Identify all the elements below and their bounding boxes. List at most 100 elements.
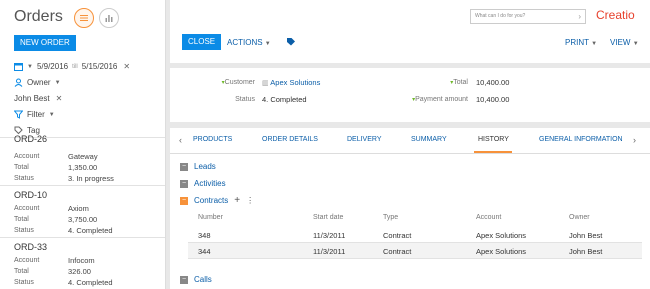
print-menu[interactable]: PRINT ▼	[565, 38, 597, 47]
contract-number[interactable]: 348	[198, 231, 211, 240]
detail-tabs-area: ‹ PRODUCTS ORDER DETAILS DELIVERY SUMMAR…	[170, 128, 650, 289]
table-row[interactable]: 348 11/3/2011 Contract Apex Solutions Jo…	[188, 227, 642, 243]
clear-date-icon[interactable]: ✕	[123, 62, 130, 71]
actions-label: ACTIONS	[227, 38, 263, 47]
total-value[interactable]: 10,400.00	[476, 78, 509, 87]
contract-number[interactable]: 344	[198, 247, 211, 256]
total-label: ▾Total	[450, 79, 468, 86]
chevron-down-icon: ▼	[264, 41, 271, 47]
chevron-down-icon: ▼	[591, 41, 598, 47]
print-label: PRINT	[565, 38, 589, 47]
more-icon[interactable]: ⋮	[246, 196, 254, 205]
tab-products[interactable]: PRODUCTS	[193, 136, 232, 143]
contract-owner[interactable]: John Best	[569, 247, 602, 256]
tab-divider	[170, 153, 650, 154]
date-from: 5/9/2016	[36, 62, 69, 71]
chevron-down-icon: ▼	[27, 63, 33, 70]
chevron-down-icon: ▼	[54, 79, 61, 86]
customer-value[interactable]: Apex Solutions	[270, 78, 320, 87]
add-icon[interactable]: +	[234, 195, 240, 206]
owner-value: John Best	[14, 94, 50, 103]
clear-owner-icon[interactable]: ✕	[56, 94, 63, 103]
new-order-button[interactable]: NEW ORDER	[14, 35, 76, 51]
tab-order-details[interactable]: ORDER DETAILS	[262, 136, 318, 143]
tab-delivery[interactable]: DELIVERY	[347, 136, 382, 143]
row-label: Status	[14, 279, 34, 286]
list-view-button[interactable]	[74, 8, 94, 28]
record-account: Gateway	[68, 152, 98, 161]
filter-menu[interactable]: Filter ▼	[14, 110, 55, 119]
table-row[interactable]: 344 11/3/2011 Contract Apex Solutions Jo…	[188, 243, 642, 259]
date-filter[interactable]: ▼ 5/9/2016 till 5/15/2016 ✕	[14, 62, 130, 71]
record-account: Axiom	[68, 204, 89, 213]
status-value[interactable]: 4. Completed	[262, 95, 307, 104]
calendar-icon	[14, 63, 23, 71]
record-title[interactable]: ORD-10	[14, 190, 47, 200]
actions-menu[interactable]: ACTIONS ▼	[227, 38, 271, 47]
leads-label: Leads	[194, 162, 216, 171]
calls-group[interactable]: − Calls	[180, 275, 212, 284]
leads-group[interactable]: − Leads	[180, 162, 216, 171]
list-item[interactable]: ORD-10 Account Axiom Total 3,750.00 Stat…	[0, 185, 165, 237]
command-search-input[interactable]: What can I do for you? ›	[470, 9, 586, 24]
owner-filter[interactable]: Owner ▼	[14, 78, 61, 87]
column-header[interactable]: Account	[476, 214, 501, 221]
contract-account[interactable]: Apex Solutions	[476, 247, 526, 256]
view-menu[interactable]: VIEW ▼	[610, 38, 639, 47]
chart-icon	[105, 15, 113, 22]
contracts-group[interactable]: − Contracts + ⋮	[180, 195, 254, 206]
contracts-label: Contracts	[194, 196, 229, 205]
funnel-icon	[14, 110, 23, 119]
collapse-icon[interactable]: −	[180, 179, 188, 188]
user-icon	[14, 78, 23, 87]
contract-account[interactable]: Apex Solutions	[476, 231, 526, 240]
close-button[interactable]: CLOSE	[182, 34, 222, 50]
chevron-down-icon: ▼	[48, 111, 55, 118]
list-icon	[80, 15, 88, 21]
activities-label: Activities	[194, 179, 226, 188]
analytics-view-button[interactable]	[99, 8, 119, 28]
collapse-icon[interactable]: −	[180, 196, 188, 205]
chevron-left-icon[interactable]: ‹	[179, 135, 182, 145]
owner-value-chip: John Best ✕	[14, 94, 62, 103]
activities-group[interactable]: − Activities	[180, 179, 226, 188]
list-item[interactable]: ORD-33 Account Infocom Total 326.00 Stat…	[0, 237, 165, 289]
list-item[interactable]: ORD-26 Account Gateway Total 1,350.00 St…	[0, 134, 165, 185]
calls-label: Calls	[194, 275, 212, 284]
row-label: Total	[14, 268, 29, 275]
chevron-down-icon: ▼	[632, 41, 639, 47]
record-total: 3,750.00	[68, 215, 98, 224]
tag-button[interactable]	[286, 37, 296, 49]
filter-label: Filter	[27, 110, 45, 119]
record-title[interactable]: ORD-33	[14, 242, 47, 252]
payment-value[interactable]: 10,400.00	[476, 95, 509, 104]
column-header[interactable]: Start date	[313, 214, 343, 221]
collapse-icon[interactable]: −	[180, 275, 188, 284]
record-status: 4. Completed	[68, 278, 113, 287]
view-label: VIEW	[610, 38, 631, 47]
column-header[interactable]: Owner	[569, 214, 590, 221]
top-toolbar: What can I do for you? › Creatio CLOSE A…	[170, 0, 650, 63]
chevron-right-icon[interactable]: ›	[633, 135, 636, 145]
contract-type: Contract	[383, 247, 412, 256]
order-fields: ▾Customer ▥ Apex Solutions Status 4. Com…	[170, 68, 650, 122]
tab-history[interactable]: HISTORY	[478, 136, 509, 143]
chevron-right-icon[interactable]: ›	[578, 10, 581, 23]
record-status: 4. Completed	[68, 226, 113, 235]
record-status: 3. In progress	[68, 174, 114, 183]
collapse-icon[interactable]: −	[180, 162, 188, 171]
contract-owner[interactable]: John Best	[569, 231, 602, 240]
row-label: Status	[14, 175, 34, 182]
customer-field[interactable]: ▥ Apex Solutions	[262, 78, 320, 87]
tab-summary[interactable]: SUMMARY	[411, 136, 447, 143]
tab-general-information[interactable]: GENERAL INFORMATION	[539, 136, 623, 143]
column-header[interactable]: Type	[383, 214, 398, 221]
row-label: Total	[14, 216, 29, 223]
record-title[interactable]: ORD-26	[14, 134, 47, 144]
contract-start-date: 11/3/2011	[313, 231, 346, 240]
row-label: Account	[14, 153, 40, 160]
column-header[interactable]: Number	[198, 214, 223, 221]
order-detail-panel: What can I do for you? › Creatio CLOSE A…	[170, 0, 650, 289]
row-label: Total	[14, 164, 29, 171]
customer-label: ▾Customer	[221, 79, 255, 86]
